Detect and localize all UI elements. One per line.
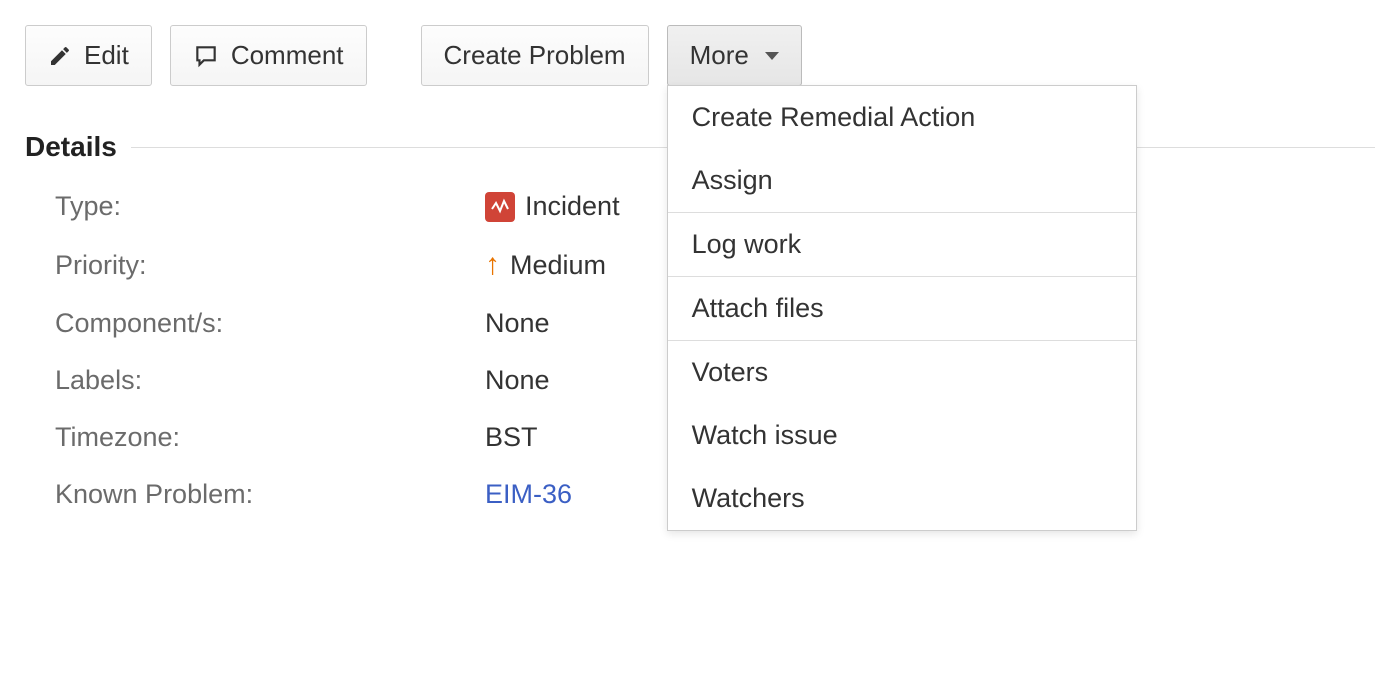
- more-menu-item[interactable]: Voters: [668, 341, 1136, 404]
- comment-button[interactable]: Comment: [170, 25, 367, 86]
- field-value-text: None: [485, 308, 550, 339]
- field-value-text: BST: [485, 422, 538, 453]
- edit-button[interactable]: Edit: [25, 25, 152, 86]
- field-value-text: Medium: [510, 250, 606, 281]
- field-label: Component/s:: [55, 308, 485, 339]
- field-value: ↑ Medium: [485, 248, 606, 282]
- field-label: Timezone:: [55, 422, 485, 453]
- more-menu-item[interactable]: Assign: [668, 149, 1136, 212]
- comment-icon: [193, 43, 219, 69]
- field-value-text: None: [485, 365, 550, 396]
- incident-icon: [485, 192, 515, 222]
- field-value: Incident: [485, 191, 620, 222]
- field-label: Known Problem:: [55, 479, 485, 510]
- more-menu-item[interactable]: Watch issue: [668, 404, 1136, 467]
- field-label: Labels:: [55, 365, 485, 396]
- field-label: Priority:: [55, 250, 485, 281]
- caret-down-icon: [765, 52, 779, 60]
- more-button-label: More: [690, 40, 749, 71]
- more-dropdown-menu: Create Remedial ActionAssignLog workAtta…: [667, 85, 1137, 531]
- more-menu-item[interactable]: Log work: [668, 213, 1136, 276]
- field-value-text: EIM-36: [485, 479, 572, 510]
- edit-button-label: Edit: [84, 40, 129, 71]
- field-value: None: [485, 308, 550, 339]
- field-value: BST: [485, 422, 538, 453]
- field-value-link[interactable]: EIM-36: [485, 479, 572, 510]
- more-dropdown-wrap: More Create Remedial ActionAssignLog wor…: [667, 25, 802, 86]
- pencil-icon: [48, 44, 72, 68]
- more-menu-item[interactable]: Create Remedial Action: [668, 86, 1136, 149]
- create-problem-button[interactable]: Create Problem: [421, 25, 649, 86]
- more-menu-item[interactable]: Attach files: [668, 277, 1136, 340]
- issue-toolbar: Edit Comment Create Problem More Create …: [25, 25, 1375, 86]
- more-button[interactable]: More: [667, 25, 802, 86]
- field-value-text: Incident: [525, 191, 620, 222]
- create-problem-label: Create Problem: [444, 40, 626, 71]
- field-label: Type:: [55, 191, 485, 222]
- more-menu-item[interactable]: Watchers: [668, 467, 1136, 530]
- priority-up-icon: ↑: [485, 248, 500, 282]
- field-value: None: [485, 365, 550, 396]
- comment-button-label: Comment: [231, 40, 344, 71]
- details-title-text: Details: [25, 131, 117, 163]
